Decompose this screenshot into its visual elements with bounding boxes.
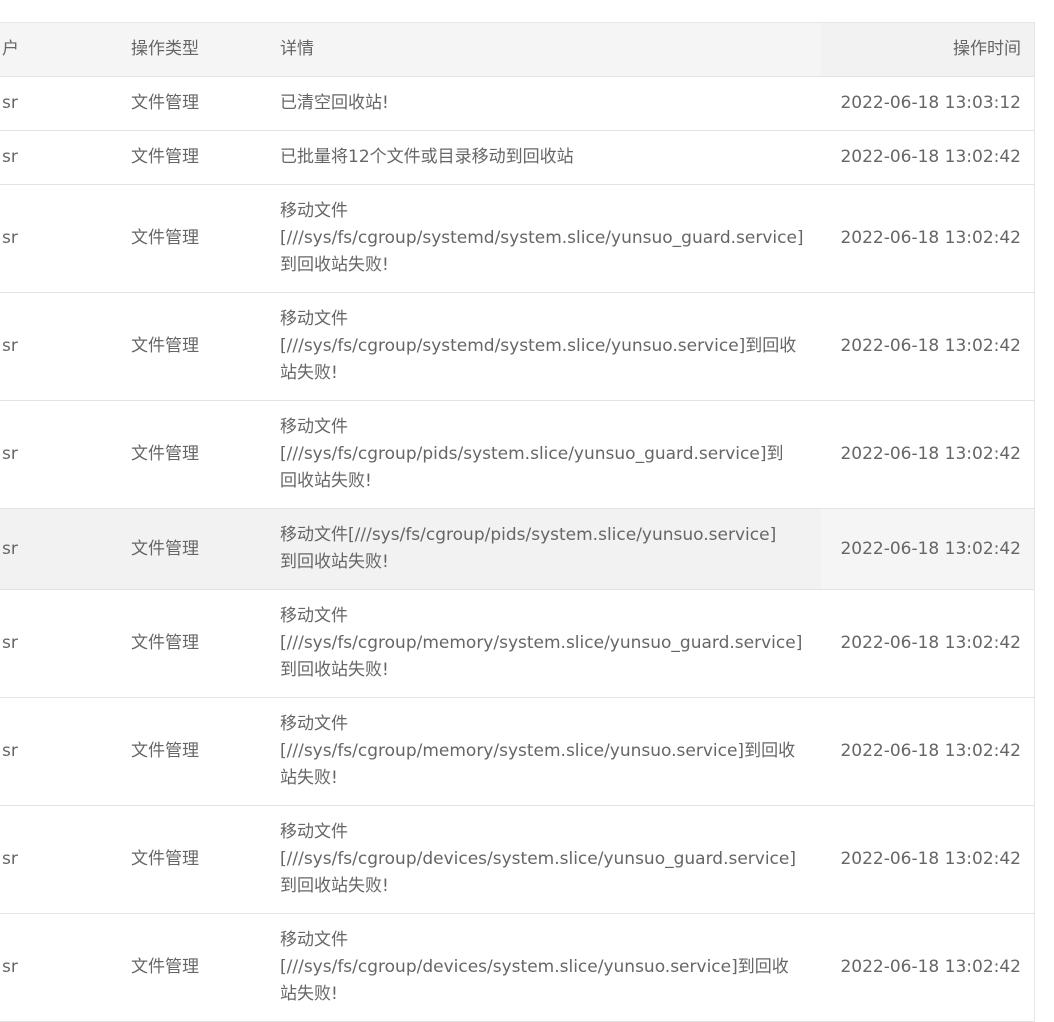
cell-user: sr [2,147,18,167]
cell-detail: 移动文件 [///sys/fs/cgroup/devices/system.sl… [280,927,821,1008]
cell-user: sr [2,538,18,559]
detail-line: [///sys/fs/cgroup/pids/system.slice/yuns… [280,444,784,464]
cell-operation-type: 文件管理 [131,741,199,761]
cell-operation-type: 文件管理 [131,93,199,113]
cell-detail: 移动文件 [///sys/fs/cgroup/memory/system.sli… [280,711,821,792]
cell-detail: 移动文件 [///sys/fs/cgroup/systemd/system.sl… [280,198,821,279]
table-row[interactable]: sr 文件管理 移动文件[///sys/fs/cgroup/pids/syste… [0,509,1034,590]
detail-line: [///sys/fs/cgroup/memory/system.slice/yu… [280,633,803,653]
cell-operation-time: 2022-06-18 13:02:42 [840,147,1021,167]
detail-line: [///sys/fs/cgroup/memory/system.slice/yu… [280,741,796,761]
cell-user: sr [2,741,18,761]
detail-line: 移动文件 [280,309,348,329]
detail-line: 到回收站失败! [280,876,389,896]
cell-operation-type: 文件管理 [131,444,199,464]
detail-line: 到回收站失败! [280,660,389,680]
cell-user: sr [2,336,18,356]
table-row[interactable]: sr 文件管理 移动文件 [///sys/fs/cgroup/systemd/s… [0,293,1034,401]
cell-detail: 移动文件 [///sys/fs/cgroup/systemd/system.sl… [280,306,821,387]
cell-operation-time: 2022-06-18 13:02:42 [840,633,1021,653]
detail-line: 站失败! [280,363,338,383]
detail-line: 移动文件 [280,930,348,950]
cell-operation-time: 2022-06-18 13:02:42 [840,228,1021,248]
cell-operation-type: 文件管理 [131,849,199,869]
cell-operation-type: 文件管理 [131,633,199,653]
cell-operation-time: 2022-06-18 13:02:42 [840,336,1021,356]
cell-user: sr [2,957,18,977]
cell-user: sr [2,444,18,464]
cell-operation-type: 文件管理 [131,957,199,977]
detail-line: 移动文件 [280,417,348,437]
operation-log-table: 户 操作类型 详情 操作时间 sr 文件管理 已清空回收站! 2022-06-1… [0,22,1035,1022]
detail-line: 移动文件 [280,606,348,626]
detail-line: 回收站失败! [280,471,372,491]
detail-line: 到回收站失败! [280,552,389,572]
cell-user: sr [2,228,18,248]
header-detail: 详情 [280,39,314,59]
detail-line: 移动文件 [280,822,348,842]
cell-operation-time: 2022-06-18 13:02:42 [840,741,1021,761]
detail-line: [///sys/fs/cgroup/devices/system.slice/y… [280,957,789,977]
cell-detail: 移动文件 [///sys/fs/cgroup/memory/system.sli… [280,603,821,684]
detail-line: [///sys/fs/cgroup/systemd/system.slice/y… [280,228,804,248]
detail-line: [///sys/fs/cgroup/systemd/system.slice/y… [280,336,797,356]
cell-detail: 已批量将12个文件或目录移动到回收站 [280,147,574,167]
detail-line: 移动文件[///sys/fs/cgroup/pids/system.slice/… [280,525,777,545]
cell-user: sr [2,849,18,869]
table-row[interactable]: sr 文件管理 移动文件 [///sys/fs/cgroup/memory/sy… [0,698,1034,806]
header-operation-type: 操作类型 [131,39,199,59]
cell-operation-time: 2022-06-18 13:02:42 [821,509,1034,589]
cell-user: sr [2,633,18,653]
table-row[interactable]: sr 文件管理 移动文件 [///sys/fs/cgroup/systemd/s… [0,185,1034,293]
cell-detail: 已清空回收站! [280,93,389,113]
table-row[interactable]: sr 文件管理 移动文件 [///sys/fs/cgroup/memory/sy… [0,590,1034,698]
detail-line: [///sys/fs/cgroup/devices/system.slice/y… [280,849,796,869]
table-row[interactable]: sr 文件管理 已清空回收站! 2022-06-18 13:03:12 [0,77,1034,131]
cell-operation-type: 文件管理 [131,336,199,356]
cell-detail: 移动文件 [///sys/fs/cgroup/pids/system.slice… [280,414,821,495]
cell-operation-time: 2022-06-18 13:03:12 [840,93,1021,113]
table-row[interactable]: sr 文件管理 移动文件 [///sys/fs/cgroup/pids/syst… [0,401,1034,509]
header-user: 户 [2,39,19,59]
table-header-row: 户 操作类型 详情 操作时间 [0,23,1034,77]
cell-operation-time: 2022-06-18 13:02:42 [840,849,1021,869]
cell-operation-type: 文件管理 [131,538,199,559]
table-row[interactable]: sr 文件管理 移动文件 [///sys/fs/cgroup/devices/s… [0,914,1034,1022]
cell-operation-time: 2022-06-18 13:02:42 [840,444,1021,464]
cell-user: sr [2,93,18,113]
detail-line: 站失败! [280,768,338,788]
cell-operation-type: 文件管理 [131,147,199,167]
table-row[interactable]: sr 文件管理 已批量将12个文件或目录移动到回收站 2022-06-18 13… [0,131,1034,185]
detail-line: 到回收站失败! [280,255,389,275]
detail-line: 移动文件 [280,201,348,221]
cell-detail: 移动文件 [///sys/fs/cgroup/devices/system.sl… [280,819,821,900]
header-operation-time[interactable]: 操作时间 [821,23,1034,76]
detail-line: 站失败! [280,984,338,1004]
table-row[interactable]: sr 文件管理 移动文件 [///sys/fs/cgroup/devices/s… [0,806,1034,914]
cell-operation-type: 文件管理 [131,228,199,248]
cell-operation-time: 2022-06-18 13:02:42 [840,957,1021,977]
cell-detail: 移动文件[///sys/fs/cgroup/pids/system.slice/… [280,522,821,576]
detail-line: 移动文件 [280,714,348,734]
